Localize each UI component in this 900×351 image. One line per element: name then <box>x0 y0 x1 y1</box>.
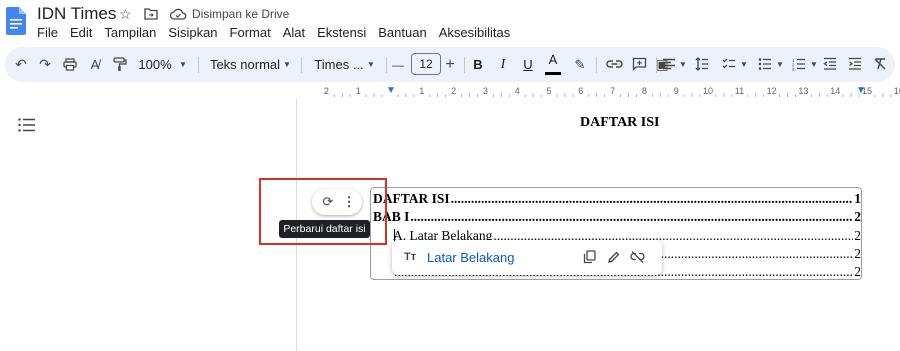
decrease-indent-icon[interactable] <box>823 57 837 71</box>
toc-entry-page: 2 <box>854 228 861 243</box>
chevron-down-icon[interactable]: ▼ <box>774 47 786 82</box>
ruler-number: 10 <box>703 86 714 96</box>
decrease-font-size-button[interactable]: — <box>390 47 406 82</box>
ruler-number: 7 <box>610 86 616 96</box>
toc-entry-page: 2 <box>854 246 861 261</box>
ruler[interactable]: 2112345678910111213141516 ▼ ▼ <box>296 84 900 99</box>
ruler-number: 3 <box>482 86 488 96</box>
toc-leader-dots: ........................................… <box>450 191 854 206</box>
ruler-number: 2 <box>323 86 329 96</box>
increase-font-size-button[interactable]: + <box>442 47 458 82</box>
move-to-folder-icon[interactable] <box>144 8 158 20</box>
redo-icon[interactable]: ↷ <box>35 47 55 82</box>
page-heading: DAFTAR ISI <box>580 115 660 130</box>
undo-icon[interactable]: ↶ <box>11 47 31 82</box>
print-icon[interactable] <box>63 58 77 71</box>
toc-entry-page: 1 <box>854 191 861 206</box>
link-icon[interactable] <box>606 59 623 69</box>
menu-bar: File Edit Tampilan Sisipkan Format Alat … <box>37 25 522 41</box>
link-text[interactable]: Latar Belakang <box>427 250 514 265</box>
chevron-down-icon[interactable]: ▼ <box>808 47 820 82</box>
ruler-number: 9 <box>673 86 679 96</box>
menu-tools[interactable]: Alat <box>283 25 305 41</box>
line-spacing-icon[interactable] <box>695 57 709 71</box>
unlink-icon[interactable] <box>630 251 645 263</box>
ruler-number: 5 <box>546 86 552 96</box>
chevron-down-icon[interactable]: ▼ <box>177 47 189 82</box>
link-popup: Tт Latar Belakang <box>392 240 662 275</box>
toc-leader-dots: ........................................… <box>410 209 854 224</box>
ruler-number: 13 <box>798 86 809 96</box>
highlight-annotation <box>259 178 387 245</box>
underline-button[interactable]: U <box>520 47 536 82</box>
chevron-down-icon[interactable]: ▼ <box>677 47 689 82</box>
comment-icon[interactable] <box>632 57 647 71</box>
ruler-number: 11 <box>734 86 745 96</box>
menu-edit[interactable]: Edit <box>70 25 92 41</box>
menu-extensions[interactable]: Ekstensi <box>317 25 366 41</box>
ruler-number: 6 <box>578 86 584 96</box>
bold-button[interactable]: B <box>470 47 486 82</box>
increase-indent-icon[interactable] <box>848 57 862 71</box>
align-icon[interactable] <box>662 58 676 70</box>
zoom-select[interactable]: 100% <box>137 47 173 82</box>
clear-formatting-icon[interactable] <box>873 57 887 71</box>
paint-format-icon[interactable] <box>113 57 127 72</box>
text-color-button[interactable]: A <box>545 47 561 75</box>
font-size-input[interactable]: 12 <box>411 53 441 75</box>
chevron-down-icon[interactable]: ▼ <box>738 47 750 82</box>
ruler-number: 1 <box>419 86 425 96</box>
ruler-number: 8 <box>641 86 647 96</box>
menu-help[interactable]: Bantuan <box>378 25 426 41</box>
highlight-icon[interactable]: ✎ <box>572 47 588 82</box>
menu-format[interactable]: Format <box>230 25 271 41</box>
toolbar: ↶ ↷ A̸ 100% ▼ Teks normal ▼ Times ... ▼ … <box>5 47 895 82</box>
menu-insert[interactable]: Sisipkan <box>168 25 217 41</box>
chevron-down-icon[interactable]: ▼ <box>365 47 377 82</box>
copy-icon[interactable] <box>583 250 596 264</box>
ruler-number: 16 <box>893 86 900 96</box>
toc-entry[interactable]: BAB I ..................................… <box>373 209 861 226</box>
menu-view[interactable]: Tampilan <box>104 25 156 41</box>
star-icon[interactable]: ☆ <box>119 7 132 21</box>
text-type-icon: Tт <box>404 251 417 263</box>
edit-icon[interactable] <box>607 250 621 264</box>
ruler-number: 14 <box>830 86 841 96</box>
checklist-icon[interactable] <box>722 57 736 71</box>
left-indent-marker[interactable]: ▼ <box>386 85 396 96</box>
numbered-list-icon[interactable]: 1 2 3 <box>792 57 806 71</box>
spellcheck-icon[interactable]: A̸ <box>85 47 105 82</box>
chevron-down-icon[interactable]: ▼ <box>281 47 293 82</box>
ruler-number: 2 <box>451 86 457 96</box>
ruler-number: 1 <box>355 86 361 96</box>
save-status: Disimpan ke Drive <box>192 7 290 21</box>
toc-entry[interactable]: DAFTAR ISI .............................… <box>373 191 861 208</box>
bulleted-list-icon[interactable] <box>758 57 772 71</box>
docs-logo[interactable] <box>6 7 26 35</box>
right-indent-marker[interactable]: ▼ <box>856 85 866 96</box>
ruler-number: 4 <box>514 86 520 96</box>
menu-accessibility[interactable]: Aksesibilitas <box>439 25 511 41</box>
menu-file[interactable]: File <box>37 25 58 41</box>
document-title[interactable]: IDN Times <box>37 4 116 24</box>
ruler-number: 12 <box>766 86 777 96</box>
document-outline-icon[interactable] <box>18 118 36 132</box>
toc-entry-page: 2 <box>854 264 861 279</box>
paragraph-style-select[interactable]: Teks normal <box>207 47 283 82</box>
font-select[interactable]: Times ... <box>310 47 368 82</box>
italic-button[interactable]: I <box>495 47 511 82</box>
svg-text:3: 3 <box>792 67 795 71</box>
toc-entry-page: 2 <box>854 209 861 224</box>
cloud-saved-icon[interactable] <box>170 8 187 20</box>
